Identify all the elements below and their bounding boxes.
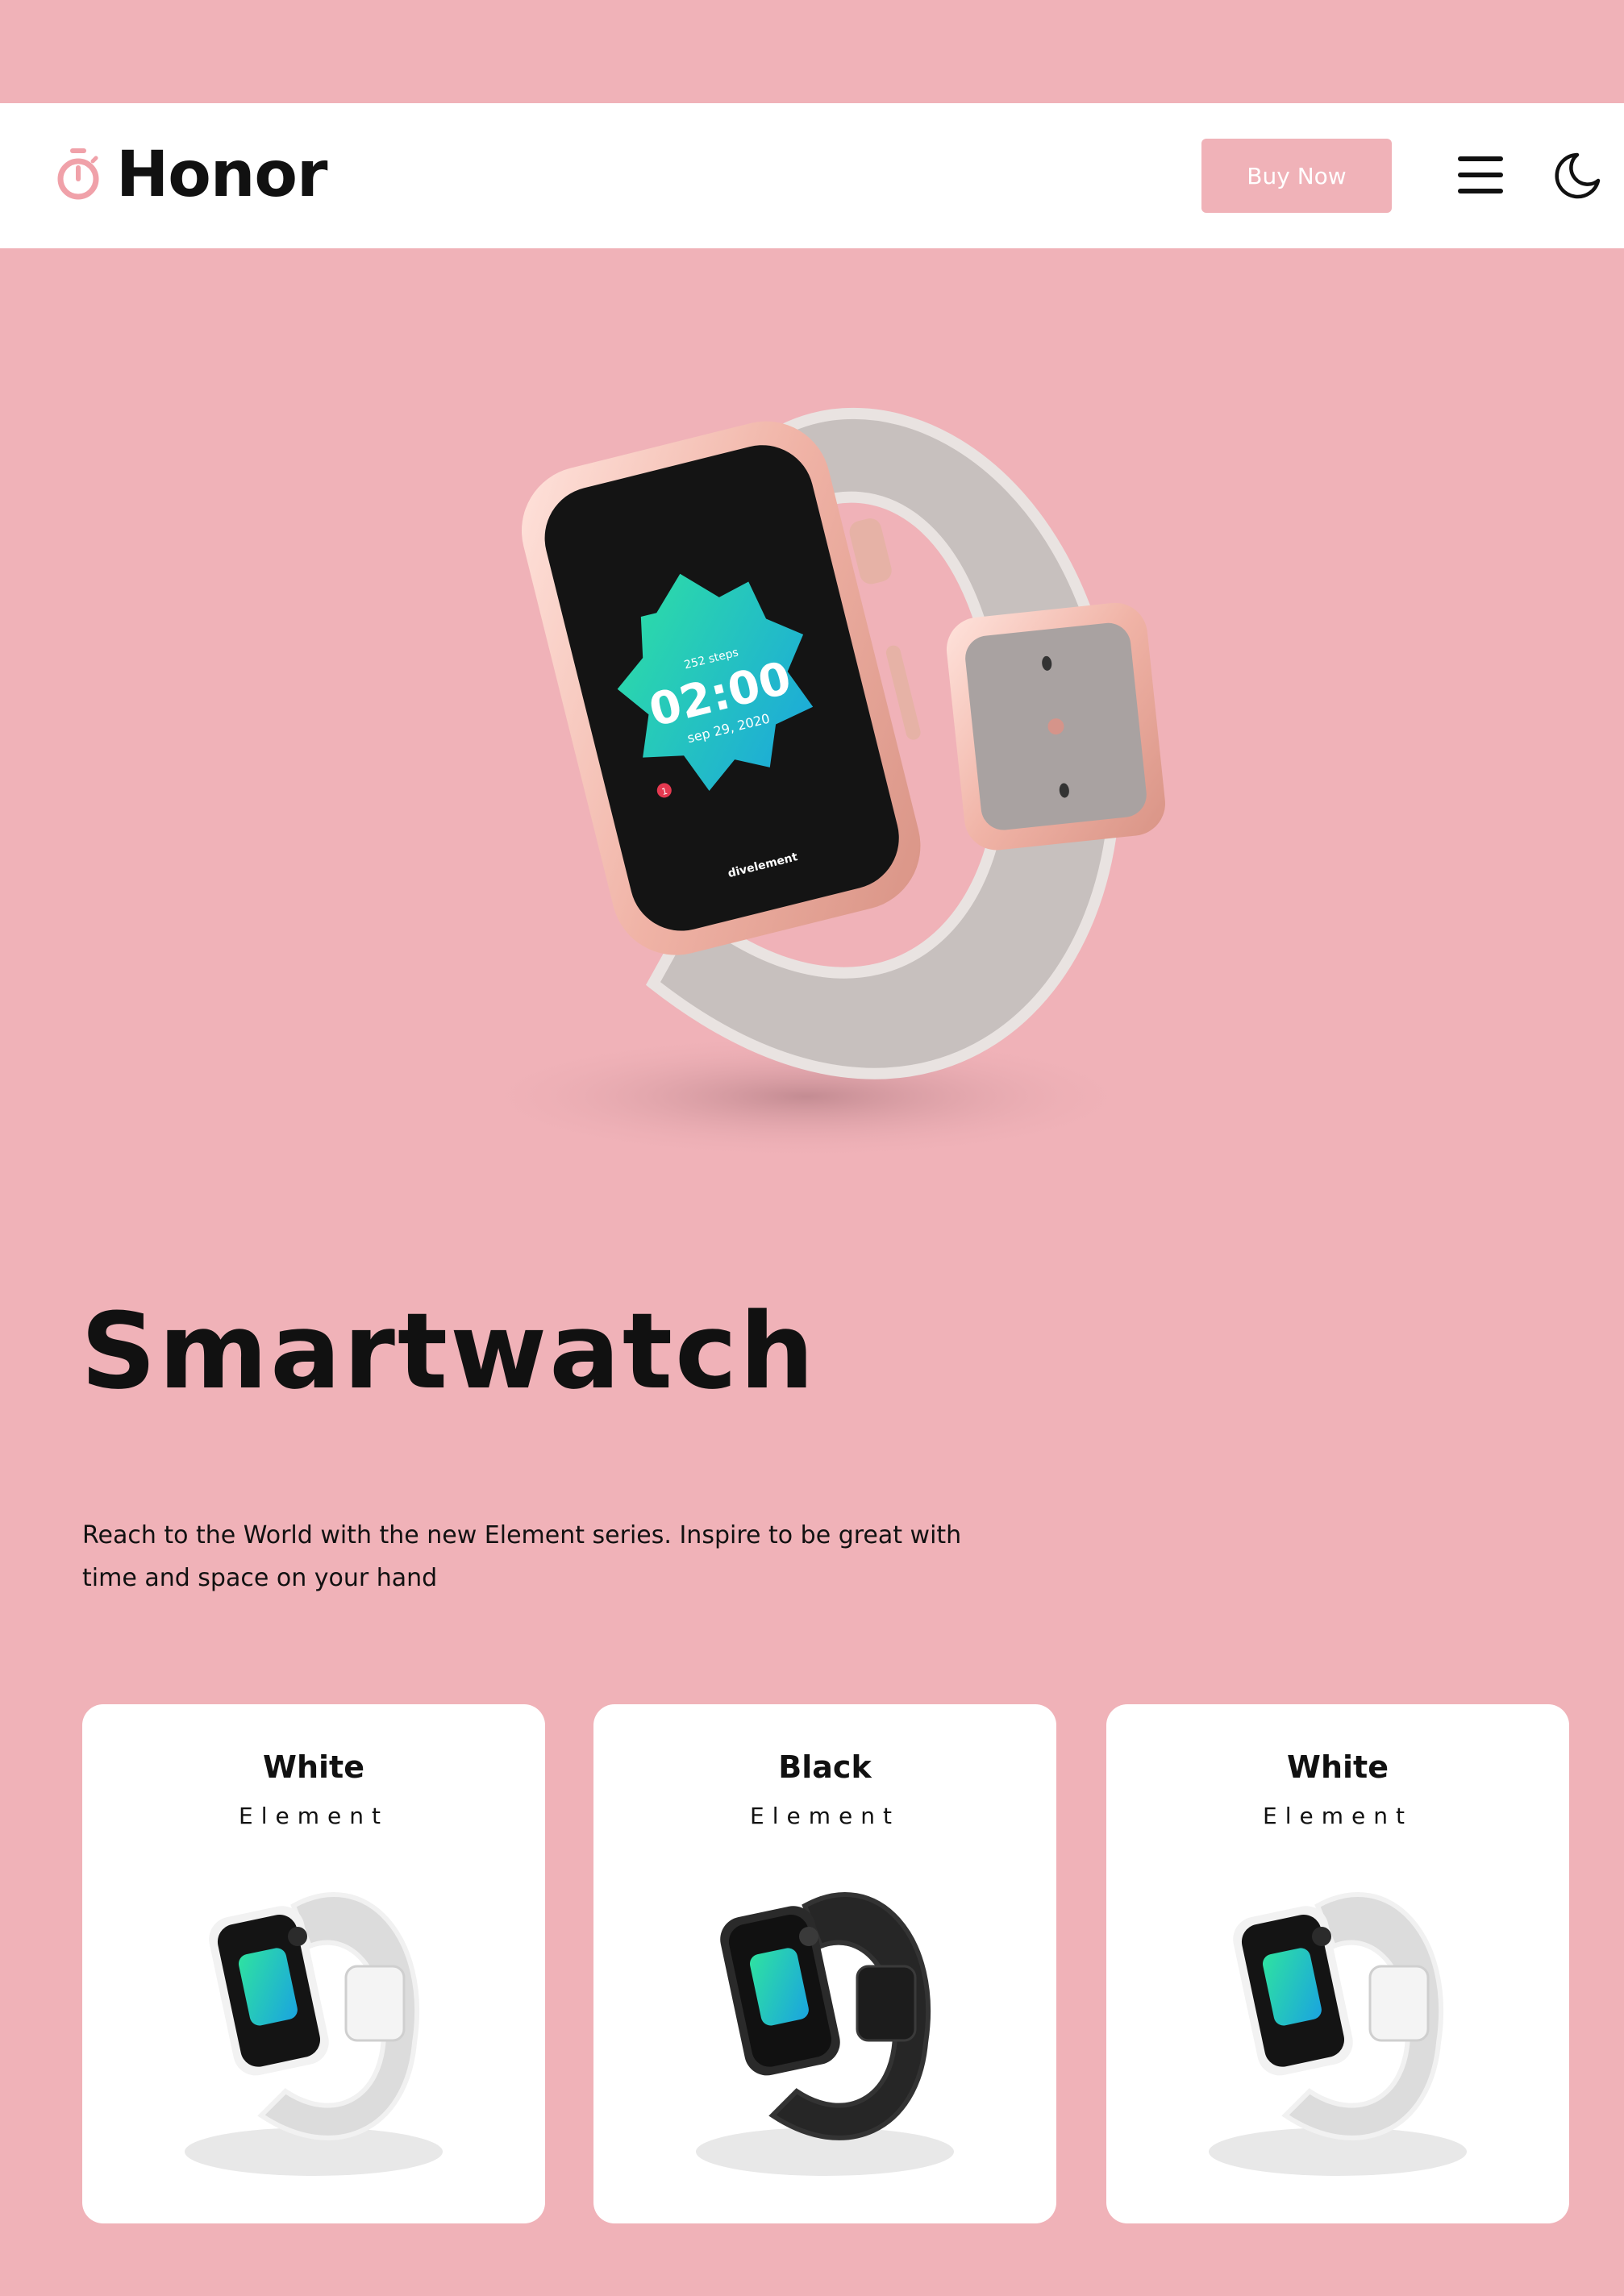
stopwatch-icon bbox=[57, 148, 99, 200]
navbar: Honor Buy Now bbox=[0, 103, 1624, 248]
card-subtitle: Element bbox=[1263, 1803, 1413, 1829]
buy-now-button[interactable]: Buy Now bbox=[1201, 139, 1392, 213]
product-card-white-2[interactable]: White Element bbox=[1106, 1704, 1569, 2223]
card-title: Black bbox=[778, 1749, 872, 1785]
moon-icon[interactable] bbox=[1553, 150, 1603, 200]
card-subtitle: Element bbox=[750, 1803, 900, 1829]
product-card-white[interactable]: White Element bbox=[82, 1704, 545, 2223]
card-title: White bbox=[1287, 1749, 1389, 1785]
menu-icon[interactable] bbox=[1458, 156, 1503, 193]
watch-buckle bbox=[946, 602, 1165, 851]
white-watch-image bbox=[1209, 1892, 1467, 2176]
black-watch-image bbox=[696, 1892, 954, 2176]
brand-logo[interactable]: Honor bbox=[56, 139, 327, 211]
white-watch-image bbox=[185, 1892, 443, 2176]
brand-name: Honor bbox=[116, 139, 327, 211]
card-title: White bbox=[263, 1749, 364, 1785]
card-subtitle: Element bbox=[239, 1803, 389, 1829]
product-card-black[interactable]: Black Element bbox=[593, 1704, 1056, 2223]
hero-description: Reach to the World with the new Element … bbox=[82, 1521, 962, 1592]
hero-title: Smartwatch bbox=[81, 1290, 817, 1412]
hero-smartwatch-image: 02:00 252 steps sep 29, 2020 1 divelemen… bbox=[468, 407, 1165, 1161]
